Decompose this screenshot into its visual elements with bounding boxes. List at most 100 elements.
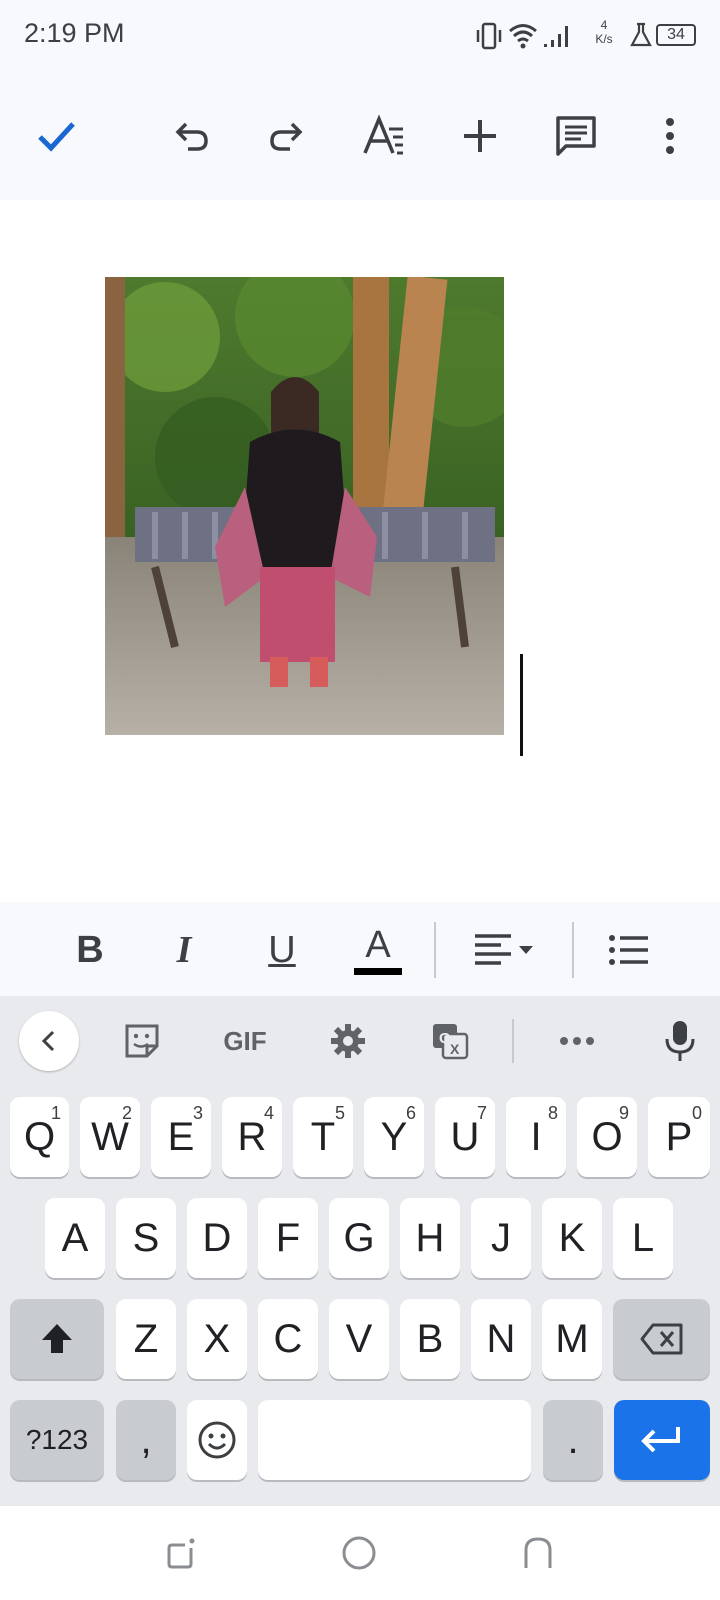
key-d[interactable]: D	[187, 1198, 247, 1278]
bold-button[interactable]: B	[60, 920, 120, 980]
add-icon	[464, 120, 496, 152]
keyboard-settings-button[interactable]	[318, 1011, 378, 1071]
key-label: A	[61, 1215, 89, 1260]
shift-key[interactable]	[10, 1299, 104, 1379]
align-button[interactable]	[468, 920, 540, 980]
key-s[interactable]: S	[116, 1198, 176, 1278]
battery-level: 34	[667, 26, 685, 43]
text-cursor	[520, 654, 523, 756]
home-button[interactable]	[334, 1528, 384, 1578]
key-label: ?123	[25, 1424, 89, 1455]
key-label: E	[167, 1114, 195, 1159]
key-p[interactable]: P0	[648, 1097, 710, 1177]
spacebar-key[interactable]	[258, 1400, 531, 1480]
key-u[interactable]: U7	[435, 1097, 495, 1177]
key-hint: 1	[50, 1103, 61, 1123]
settings-icon	[331, 1024, 365, 1058]
italic-button[interactable]: I	[154, 920, 214, 980]
more-vert-icon	[666, 118, 674, 154]
signal-icon	[542, 22, 572, 55]
emoji-key[interactable]	[187, 1400, 247, 1480]
format-divider	[434, 922, 436, 978]
backspace-icon	[640, 1323, 682, 1355]
translate-button[interactable]: GX	[420, 1011, 480, 1071]
period-key[interactable]: .	[543, 1400, 603, 1480]
voice-input-button[interactable]	[650, 1011, 710, 1071]
inserted-photo[interactable]	[105, 277, 504, 735]
key-o[interactable]: O9	[577, 1097, 637, 1177]
keyboard-back-button[interactable]	[19, 1011, 79, 1071]
recents-icon	[167, 1538, 195, 1569]
key-y[interactable]: Y6	[364, 1097, 424, 1177]
enter-key[interactable]	[614, 1400, 710, 1480]
key-g[interactable]: G	[329, 1198, 389, 1278]
svg-text:G: G	[439, 1030, 451, 1047]
keyboard-toolbar-divider	[512, 1019, 514, 1063]
key-m[interactable]: M	[542, 1299, 602, 1379]
more-options-button[interactable]	[640, 106, 700, 166]
key-hint: 4	[263, 1103, 274, 1123]
wifi-icon	[508, 22, 538, 55]
key-label: ,	[140, 1417, 152, 1462]
key-t[interactable]: T5	[293, 1097, 353, 1177]
sticker-icon	[125, 1024, 159, 1058]
gif-button[interactable]: GIF	[210, 1011, 280, 1071]
comment-button[interactable]	[546, 106, 606, 166]
translate-icon: GX	[433, 1024, 469, 1060]
back-icon	[524, 1537, 552, 1568]
key-label: X	[203, 1316, 231, 1361]
comma-key[interactable]: ,	[116, 1400, 176, 1480]
key-i[interactable]: I8	[506, 1097, 566, 1177]
key-z[interactable]: Z	[116, 1299, 176, 1379]
net-speed: 4 K/s	[584, 18, 624, 46]
symbols-key[interactable]: ?123	[10, 1400, 104, 1480]
key-q[interactable]: Q1	[10, 1097, 69, 1177]
key-label: L	[631, 1215, 655, 1260]
key-r[interactable]: R4	[222, 1097, 282, 1177]
text-color-button[interactable]: A	[348, 920, 408, 980]
text-format-button[interactable]	[354, 106, 414, 166]
text-format-icon	[363, 114, 403, 155]
key-x[interactable]: X	[187, 1299, 247, 1379]
key-label: S	[132, 1215, 160, 1260]
done-button[interactable]	[26, 106, 86, 166]
key-b[interactable]: B	[400, 1299, 460, 1379]
more-keyboard-options-button[interactable]	[547, 1011, 607, 1071]
key-label: Z	[133, 1316, 159, 1361]
key-label: B	[416, 1316, 444, 1361]
key-k[interactable]: K	[542, 1198, 602, 1278]
lab-flask-icon	[630, 22, 652, 53]
back-button[interactable]	[513, 1528, 563, 1578]
redo-button[interactable]	[256, 106, 316, 166]
key-e[interactable]: E3	[151, 1097, 211, 1177]
bold-label: B	[76, 928, 104, 971]
recents-button[interactable]	[155, 1528, 205, 1578]
key-h[interactable]: H	[400, 1198, 460, 1278]
key-f[interactable]: F	[258, 1198, 318, 1278]
key-w[interactable]: W2	[80, 1097, 140, 1177]
key-label: M	[555, 1316, 589, 1361]
text-color-label: A	[365, 923, 391, 966]
key-label: V	[345, 1316, 373, 1361]
key-hint: 5	[334, 1103, 345, 1123]
key-l[interactable]: L	[613, 1198, 673, 1278]
key-v[interactable]: V	[329, 1299, 389, 1379]
insert-button[interactable]	[450, 106, 510, 166]
bullet-list-button[interactable]	[600, 920, 660, 980]
battery-icon: 34	[656, 24, 696, 46]
sticker-button[interactable]	[112, 1011, 172, 1071]
key-a[interactable]: A	[45, 1198, 105, 1278]
backspace-key[interactable]	[613, 1299, 710, 1379]
home-icon	[342, 1536, 376, 1570]
key-n[interactable]: N	[471, 1299, 531, 1379]
key-label: K	[558, 1215, 586, 1260]
key-label: F	[275, 1215, 301, 1260]
key-label: O	[591, 1114, 623, 1159]
enter-icon	[641, 1427, 680, 1453]
key-j[interactable]: J	[471, 1198, 531, 1278]
align-left-icon	[475, 934, 533, 965]
key-c[interactable]: C	[258, 1299, 318, 1379]
undo-button[interactable]	[162, 106, 222, 166]
key-label: P	[665, 1114, 693, 1159]
underline-button[interactable]: U	[252, 920, 312, 980]
